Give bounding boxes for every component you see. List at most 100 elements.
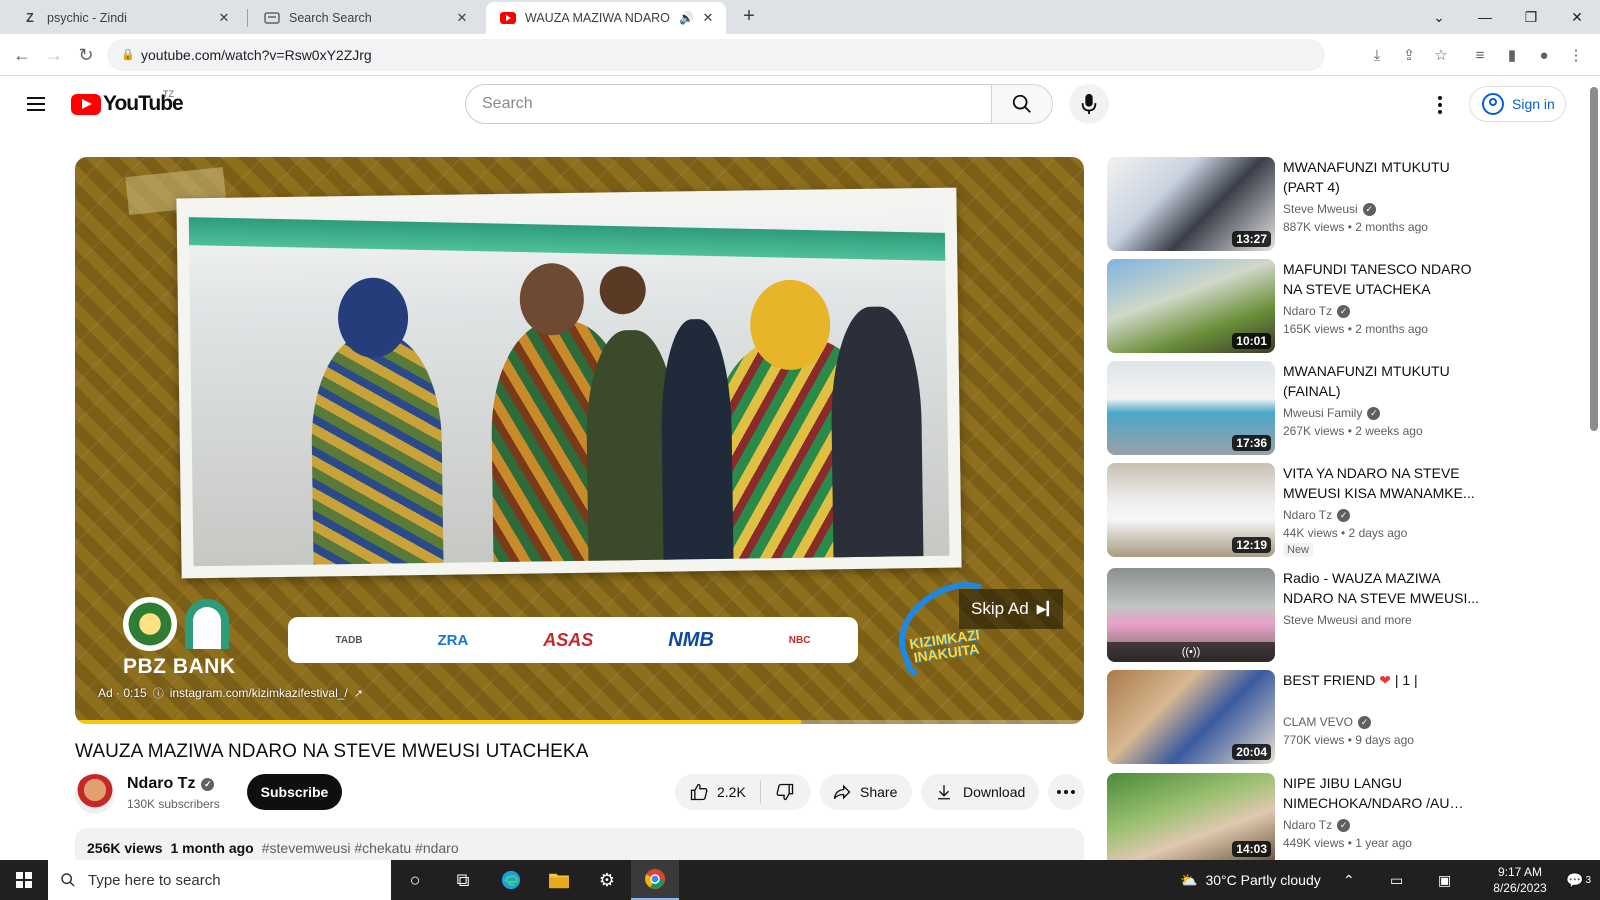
show-hidden-icons-chevron[interactable]: ⌃ <box>1343 860 1355 900</box>
recommendation-item[interactable]: 12:19 VITA YA NDARO NA STEVE MWEUSI KISA… <box>1107 463 1487 557</box>
recommendation-item[interactable]: 17:36 MWANAFUNZI MTUKUTU (FAINAL) Mweusi… <box>1107 361 1487 455</box>
chrome-menu-icon[interactable]: ⋮ <box>1564 43 1588 67</box>
restore-button[interactable]: ❐ <box>1508 0 1554 34</box>
tab-search-dropdown-icon[interactable]: ⌄ <box>1416 0 1462 34</box>
recommendation-title[interactable]: BEST FRIEND ❤ | 1 | <box>1283 670 1493 690</box>
menu-icon[interactable] <box>24 93 48 117</box>
skip-ad-button[interactable]: Skip Ad ▶▎ <box>959 589 1063 629</box>
recommendation-title[interactable]: MAFUNDI TANESCO NDARO NA STEVE UTACHEKA <box>1283 259 1493 299</box>
info-icon[interactable]: ⓘ <box>153 685 164 701</box>
youtube-logo[interactable]: YouTube TZ <box>71 89 184 116</box>
close-tab-icon[interactable]: ✕ <box>454 10 470 26</box>
recommendation-item[interactable]: 20:04 BEST FRIEND ❤ | 1 | CLAM VEVO ✓ 770… <box>1107 670 1487 764</box>
video-duration: 17:36 <box>1232 435 1271 451</box>
video-thumbnail[interactable]: 20:04 <box>1107 670 1275 764</box>
channel-avatar[interactable] <box>75 774 115 814</box>
tab-zindi[interactable]: Z psychic - Zindi ✕ <box>8 2 242 34</box>
lock-icon[interactable]: 🔒 <box>121 48 135 62</box>
recommendation-channel[interactable]: Mweusi Family ✓ <box>1283 406 1381 420</box>
settings-gear-icon[interactable]: ⚙ <box>583 860 631 900</box>
cortana-icon[interactable]: ○ <box>391 860 439 900</box>
voice-search-button[interactable] <box>1069 84 1109 124</box>
account-icon <box>1482 93 1504 115</box>
like-button[interactable]: 2.2K <box>675 774 760 810</box>
media-control-icon[interactable]: ≡ <box>1468 43 1492 67</box>
edge-browser-icon[interactable] <box>487 860 535 900</box>
network-icon[interactable]: ▭ <box>1390 860 1403 900</box>
video-duration: 10:01 <box>1232 333 1271 349</box>
settings-more-icon[interactable] <box>1428 93 1452 117</box>
subscribe-button[interactable]: Subscribe <box>247 774 342 810</box>
chrome-taskbar-icon[interactable] <box>631 860 679 900</box>
close-tab-icon[interactable]: ✕ <box>216 10 232 26</box>
share-button[interactable]: Share <box>820 774 912 810</box>
recommendation-title[interactable]: VITA YA NDARO NA STEVE MWEUSI KISA MWANA… <box>1283 463 1493 503</box>
recommendation-title[interactable]: MWANAFUNZI MTUKUTU (PART 4) <box>1283 157 1493 197</box>
recommendation-item[interactable]: 10:01 MAFUNDI TANESCO NDARO NA STEVE UTA… <box>1107 259 1487 353</box>
close-window-button[interactable]: ✕ <box>1554 0 1600 34</box>
thumbs-down-icon <box>776 783 793 801</box>
recommendation-meta: 165K views • 2 months ago <box>1283 322 1428 336</box>
recommendation-title[interactable]: NIPE JIBU LANGU NIMECHOKA/NDARO /AU BAS.… <box>1283 773 1493 813</box>
close-tab-icon[interactable]: ✕ <box>700 10 716 26</box>
video-thumbnail[interactable]: ((•)) <box>1107 568 1275 662</box>
side-panel-icon[interactable]: ▮ <box>1500 43 1524 67</box>
video-title: WAUZA MAZIWA NDARO NA STEVE MWEUSI UTACH… <box>75 741 589 762</box>
display-icon[interactable]: ▣ <box>1438 860 1451 900</box>
task-view-icon[interactable]: ⧉ <box>439 860 487 900</box>
bookmark-star-icon[interactable]: ☆ <box>1429 43 1453 67</box>
scrollbar-thumb[interactable] <box>1590 87 1598 431</box>
hashtags[interactable]: #stevemweusi #chekatu #ndaro <box>262 840 459 856</box>
audio-playing-icon[interactable]: 🔊 <box>679 11 694 25</box>
forward-arrow-icon[interactable]: → <box>42 43 66 67</box>
ad-progress-bar[interactable] <box>75 720 1084 724</box>
recommendation-title[interactable]: MWANAFUNZI MTUKUTU (FAINAL) <box>1283 361 1493 401</box>
search-button[interactable] <box>991 84 1053 124</box>
system-clock[interactable]: 9:17 AM 8/26/2023 <box>1480 864 1560 896</box>
minimize-button[interactable]: — <box>1462 0 1508 34</box>
recommendation-channel[interactable]: Ndaro Tz ✓ <box>1283 818 1351 832</box>
video-thumbnail[interactable]: 13:27 <box>1107 157 1275 251</box>
profile-icon[interactable]: ● <box>1532 43 1556 67</box>
recommendation-channel[interactable]: Ndaro Tz ✓ <box>1283 304 1351 318</box>
video-thumbnail[interactable]: 12:19 <box>1107 463 1275 557</box>
recommendation-item[interactable]: ((•)) Radio - WAUZA MAZIWA NDARO NA STEV… <box>1107 568 1487 662</box>
recommendation-item[interactable]: 14:03 NIPE JIBU LANGU NIMECHOKA/NDARO /A… <box>1107 773 1487 867</box>
address-bar[interactable]: 🔒 youtube.com/watch?v=Rsw0xY2ZJrg <box>107 39 1325 71</box>
recommendation-channel[interactable]: Steve Mweusi and more <box>1283 613 1412 627</box>
taskbar-search-box[interactable]: Type here to search <box>48 860 391 900</box>
tab-youtube-active[interactable]: WAUZA MAZIWA NDARO NA 🔊 ✕ <box>486 2 726 34</box>
sign-in-button[interactable]: Sign in <box>1469 86 1566 122</box>
new-tab-button[interactable]: + <box>737 5 761 28</box>
file-explorer-icon[interactable] <box>535 860 583 900</box>
reload-icon[interactable]: ↻ <box>74 43 98 67</box>
tab-search[interactable]: Search Search ✕ <box>250 2 480 34</box>
channel-name[interactable]: Ndaro Tz ✓ <box>127 775 215 793</box>
video-thumbnail[interactable]: 10:01 <box>1107 259 1275 353</box>
recommendation-channel[interactable]: Ndaro Tz ✓ <box>1283 508 1351 522</box>
search-input[interactable]: Search <box>465 84 992 124</box>
video-player[interactable]: PBZ BANK TADB ZRA ASAS NMB NBC KIZIMKAZI… <box>75 157 1084 724</box>
video-thumbnail[interactable]: 14:03 <box>1107 773 1275 861</box>
more-actions-button[interactable] <box>1048 774 1084 810</box>
recommendation-channel[interactable]: Steve Mweusi ✓ <box>1283 202 1376 216</box>
video-thumbnail[interactable]: 17:36 <box>1107 361 1275 455</box>
download-button[interactable]: Download <box>921 774 1039 810</box>
recommendation-channel[interactable]: CLAM VEVO ✓ <box>1283 715 1372 729</box>
search-icon <box>1012 94 1031 113</box>
weather-widget[interactable]: ⛅ 30°C Partly cloudy <box>1180 860 1321 900</box>
recommendation-title[interactable]: Radio - WAUZA MAZIWA NDARO NA STEVE MWEU… <box>1283 568 1493 608</box>
skip-next-icon: ▶▎ <box>1036 601 1057 616</box>
ad-link[interactable]: instagram.com/kizimkazifestival_/ <box>170 686 348 700</box>
notification-center[interactable]: 💬 3 <box>1566 860 1591 900</box>
windows-logo-icon <box>16 872 32 888</box>
heart-icon: ❤ <box>1379 672 1391 688</box>
page-scrollbar[interactable] <box>1568 77 1600 860</box>
share-page-icon[interactable]: ⇪ <box>1397 43 1421 67</box>
dislike-button[interactable] <box>761 774 809 810</box>
start-button[interactable] <box>0 860 48 900</box>
back-arrow-icon[interactable]: ← <box>10 43 34 67</box>
ad-info-bar: Ad · 0:15 ⓘ instagram.com/kizimkazifesti… <box>98 685 363 701</box>
recommendation-item[interactable]: 13:27 MWANAFUNZI MTUKUTU (PART 4) Steve … <box>1107 157 1487 251</box>
install-app-icon[interactable]: ⤓ <box>1365 43 1389 67</box>
